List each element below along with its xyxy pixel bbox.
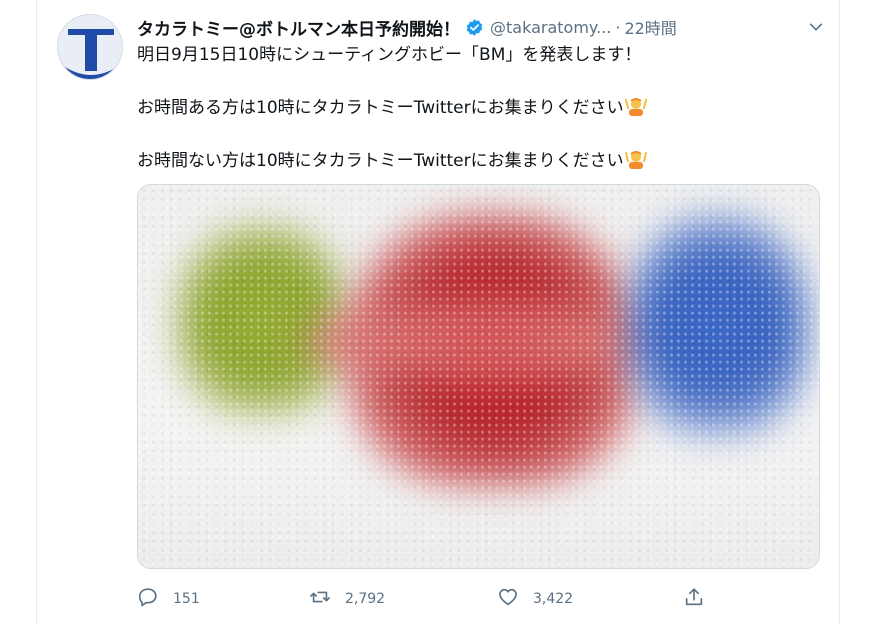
retweet-button[interactable]: 2,792 (309, 584, 385, 614)
reply-button[interactable]: 151 (137, 584, 200, 614)
display-name[interactable]: タカラトミー@ボトルマン本日予約開始！ (137, 15, 460, 40)
person-raising-hand-emoji (624, 148, 647, 170)
share-button[interactable] (683, 584, 705, 614)
heart-icon (497, 586, 519, 612)
retweet-icon (309, 586, 331, 612)
timestamp[interactable]: 22時間 (624, 15, 676, 39)
tweet-header: タカラトミー@ボトルマン本日予約開始！ @takaratomy... · 22時… (137, 14, 827, 40)
tweet-line-2-text: お時間ある方は10時にタカラトミーTwitterにお集まりください (137, 98, 624, 118)
tweet-line-3-text: お時間ない方は10時にタカラトミーTwitterにお集まりください (137, 151, 624, 171)
tweet-actions: 151 2,792 3,422 (137, 584, 737, 614)
tweet-media-image[interactable] (137, 184, 820, 569)
like-button[interactable]: 3,422 (497, 584, 573, 614)
tweet-line-1: 明日9月15日10時にシューティングホビー「BM」を発表します！ (137, 45, 642, 65)
separator-dot: · (615, 17, 621, 37)
share-icon (683, 586, 705, 612)
tweet-line-2: お時間ある方は10時にタカラトミーTwitterにお集まりください (137, 95, 817, 121)
like-count: 3,422 (533, 591, 574, 607)
retweet-count: 2,792 (345, 591, 386, 607)
chevron-down-icon[interactable] (805, 16, 827, 38)
user-handle[interactable]: @takaratomy... (490, 18, 611, 37)
tweet-line-3: お時間ない方は10時にタカラトミーTwitterにお集まりください (137, 148, 817, 174)
avatar[interactable] (57, 14, 123, 80)
reply-count: 151 (173, 591, 200, 607)
verified-badge-icon (465, 18, 484, 37)
tweet-text: 明日9月15日10時にシューティングホビー「BM」を発表します！ お時間ある方は… (137, 42, 817, 174)
reply-icon (137, 586, 159, 612)
person-raising-hand-emoji (624, 95, 647, 117)
frosted-glass-overlay (138, 185, 819, 568)
